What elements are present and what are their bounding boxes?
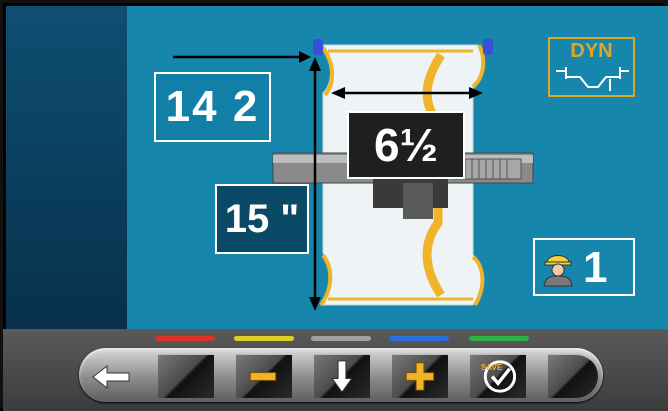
back-button[interactable] bbox=[87, 358, 137, 396]
valve-marker-right bbox=[483, 39, 493, 55]
left-panel bbox=[6, 6, 127, 329]
minus-icon bbox=[249, 372, 277, 381]
rim-width-value: 6½ bbox=[347, 111, 465, 179]
operator-icon bbox=[543, 255, 573, 287]
indicator-gray bbox=[311, 336, 371, 341]
offset-arrow-head bbox=[299, 51, 311, 63]
plus-icon bbox=[405, 362, 435, 391]
function-button-1[interactable] bbox=[158, 354, 214, 398]
balance-planes-icon bbox=[556, 67, 629, 91]
indicator-blue bbox=[389, 336, 449, 341]
indicator-yellow bbox=[234, 336, 294, 341]
down-button[interactable] bbox=[314, 354, 370, 398]
plus-button[interactable] bbox=[392, 354, 448, 398]
save-button[interactable]: SAVE bbox=[470, 354, 526, 398]
operator-selector[interactable]: 1 bbox=[533, 238, 635, 296]
rim-offset-value: 14 2 bbox=[154, 72, 271, 142]
width-arrow-right bbox=[469, 87, 483, 99]
hub-cone bbox=[403, 183, 433, 219]
mode-label: DYN bbox=[570, 40, 613, 62]
balancer-screen: 14 2 15 " 6½ DYN 1 SAVE bbox=[0, 0, 668, 411]
indicator-green bbox=[469, 336, 529, 341]
minus-button[interactable] bbox=[236, 354, 292, 398]
save-label: SAVE bbox=[481, 363, 503, 372]
diameter-arrow-top bbox=[309, 57, 321, 71]
save-check-icon bbox=[483, 360, 517, 393]
diameter-arrow-bottom bbox=[309, 297, 321, 311]
mode-indicator: DYN bbox=[548, 37, 635, 97]
valve-marker-left bbox=[313, 39, 323, 55]
rim-diameter-value: 15 " bbox=[215, 184, 309, 254]
function-button-6[interactable] bbox=[548, 354, 598, 398]
down-arrow-icon bbox=[331, 360, 353, 393]
operator-number: 1 bbox=[583, 243, 608, 292]
back-arrow-icon bbox=[92, 364, 130, 390]
indicator-red bbox=[155, 336, 215, 341]
